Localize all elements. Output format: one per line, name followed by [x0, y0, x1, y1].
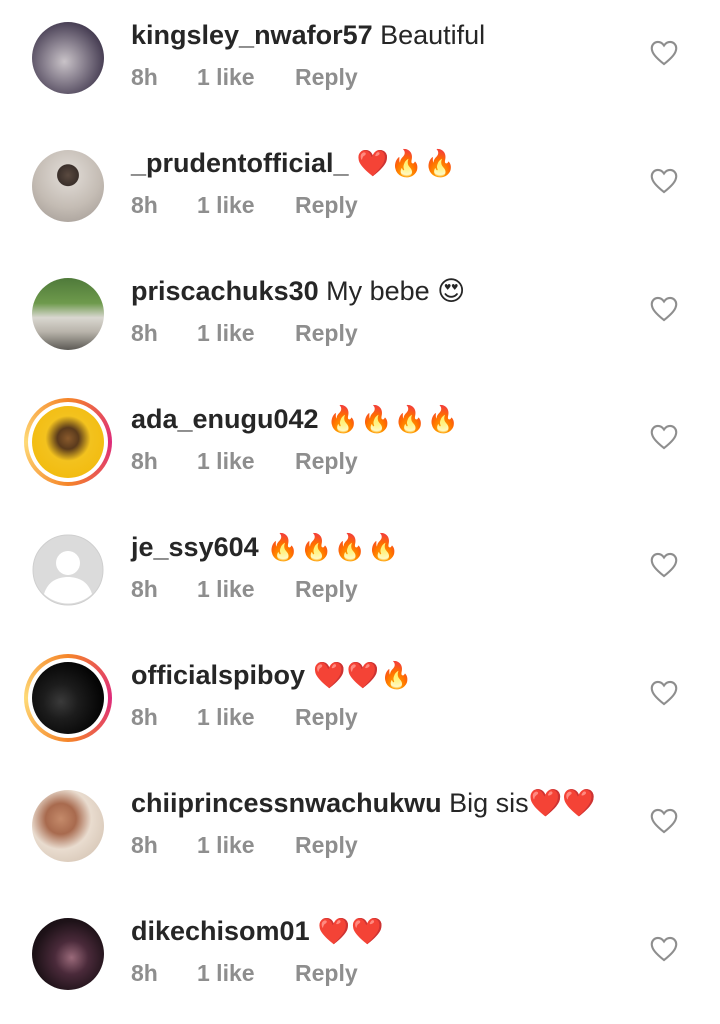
timestamp: 8h: [131, 192, 158, 218]
likes-count[interactable]: 1 like: [197, 576, 295, 603]
comment-text: ❤️🔥🔥: [348, 148, 457, 178]
timestamp: 8h: [131, 320, 158, 346]
comment-text: 🔥🔥🔥🔥: [258, 532, 401, 562]
username[interactable]: priscachuks30: [131, 276, 319, 306]
heart-outline-icon[interactable]: [650, 936, 678, 962]
reply-button[interactable]: Reply: [295, 448, 358, 475]
comment-row: ada_enugu042 🔥🔥🔥🔥 8h 1 like Reply: [0, 384, 720, 512]
avatar[interactable]: [24, 142, 112, 230]
likes-count[interactable]: 1 like: [197, 704, 295, 731]
heart-outline-icon[interactable]: [650, 168, 678, 194]
comment-row: dikechisom01 ❤️❤️ 8h 1 like Reply: [0, 896, 720, 1024]
comment-meta: 8h 1 like Reply: [131, 192, 358, 219]
comment-text: Big sis❤️❤️: [441, 788, 596, 818]
avatar[interactable]: [24, 270, 112, 358]
avatar[interactable]: [24, 654, 112, 742]
comment-row: chiiprincessnwachukwu Big sis❤️❤️ 8h 1 li…: [0, 768, 720, 896]
comment-row: priscachuks30 My bebe 😍 8h 1 like Reply: [0, 256, 720, 384]
avatar[interactable]: [24, 14, 112, 102]
avatar-photo: [32, 278, 104, 350]
comment-row: officialspiboy ❤️❤️🔥 8h 1 like Reply: [0, 640, 720, 768]
comment-row: je_ssy604 🔥🔥🔥🔥 8h 1 like Reply: [0, 512, 720, 640]
comment-meta: 8h 1 like Reply: [131, 704, 358, 731]
avatar[interactable]: [24, 526, 112, 614]
timestamp: 8h: [131, 832, 158, 858]
comment-text-line: _prudentofficial_ ❤️🔥🔥: [131, 146, 457, 180]
timestamp: 8h: [131, 960, 158, 986]
comment-text: 🔥🔥🔥🔥: [318, 404, 461, 434]
comment-text: Beautiful: [372, 20, 486, 50]
avatar[interactable]: [24, 910, 112, 998]
reply-button[interactable]: Reply: [295, 960, 358, 987]
avatar-photo: [32, 790, 104, 862]
comment-text-line: dikechisom01 ❤️❤️: [131, 914, 385, 948]
username[interactable]: je_ssy604: [131, 532, 259, 562]
heart-outline-icon[interactable]: [650, 552, 678, 578]
reply-button[interactable]: Reply: [295, 704, 358, 731]
comment-meta: 8h 1 like Reply: [131, 832, 358, 859]
username[interactable]: officialspiboy: [131, 660, 305, 690]
comment-text-line: ada_enugu042 🔥🔥🔥🔥: [131, 402, 460, 436]
comment-text-line: priscachuks30 My bebe 😍: [131, 274, 465, 308]
likes-count[interactable]: 1 like: [197, 320, 295, 347]
comment-text-line: chiiprincessnwachukwu Big sis❤️❤️: [131, 786, 596, 820]
heart-outline-icon[interactable]: [650, 680, 678, 706]
timestamp: 8h: [131, 64, 158, 90]
heart-outline-icon[interactable]: [650, 424, 678, 450]
comment-row: _prudentofficial_ ❤️🔥🔥 8h 1 like Reply: [0, 128, 720, 256]
username[interactable]: dikechisom01: [131, 916, 310, 946]
comment-meta: 8h 1 like Reply: [131, 576, 358, 603]
heart-outline-icon[interactable]: [650, 40, 678, 66]
timestamp: 8h: [131, 704, 158, 730]
avatar[interactable]: [24, 782, 112, 870]
likes-count[interactable]: 1 like: [197, 192, 295, 219]
likes-count[interactable]: 1 like: [197, 960, 295, 987]
comment-text-line: officialspiboy ❤️❤️🔥: [131, 658, 413, 692]
comment-text: ❤️❤️🔥: [305, 660, 414, 690]
default-user-icon: [32, 534, 104, 606]
comment-meta: 8h 1 like Reply: [131, 448, 358, 475]
username[interactable]: ada_enugu042: [131, 404, 319, 434]
username[interactable]: chiiprincessnwachukwu: [131, 788, 442, 818]
reply-button[interactable]: Reply: [295, 64, 358, 91]
comment-text-line: je_ssy604 🔥🔥🔥🔥: [131, 530, 400, 564]
comment-text: ❤️❤️: [309, 916, 385, 946]
reply-button[interactable]: Reply: [295, 832, 358, 859]
comment-meta: 8h 1 like Reply: [131, 320, 358, 347]
avatar-photo: [32, 150, 104, 222]
timestamp: 8h: [131, 576, 158, 602]
likes-count[interactable]: 1 like: [197, 64, 295, 91]
heart-outline-icon[interactable]: [650, 808, 678, 834]
timestamp: 8h: [131, 448, 158, 474]
comment-row: kingsley_nwafor57 Beautiful 8h 1 like Repl…: [0, 0, 720, 128]
comment-text-line: kingsley_nwafor57 Beautiful: [131, 18, 485, 52]
avatar-photo: [32, 918, 104, 990]
comment-meta: 8h 1 like Reply: [131, 960, 358, 987]
reply-button[interactable]: Reply: [295, 576, 358, 603]
avatar-photo: [32, 22, 104, 94]
likes-count[interactable]: 1 like: [197, 832, 295, 859]
avatar-photo: [32, 406, 104, 478]
comment-meta: 8h 1 like Reply: [131, 64, 358, 91]
reply-button[interactable]: Reply: [295, 192, 358, 219]
username[interactable]: _prudentofficial_: [131, 148, 349, 178]
comment-text: My bebe 😍: [318, 276, 466, 306]
avatar[interactable]: [24, 398, 112, 486]
heart-outline-icon[interactable]: [650, 296, 678, 322]
reply-button[interactable]: Reply: [295, 320, 358, 347]
username[interactable]: kingsley_nwafor57: [131, 20, 373, 50]
likes-count[interactable]: 1 like: [197, 448, 295, 475]
avatar-photo: [32, 662, 104, 734]
